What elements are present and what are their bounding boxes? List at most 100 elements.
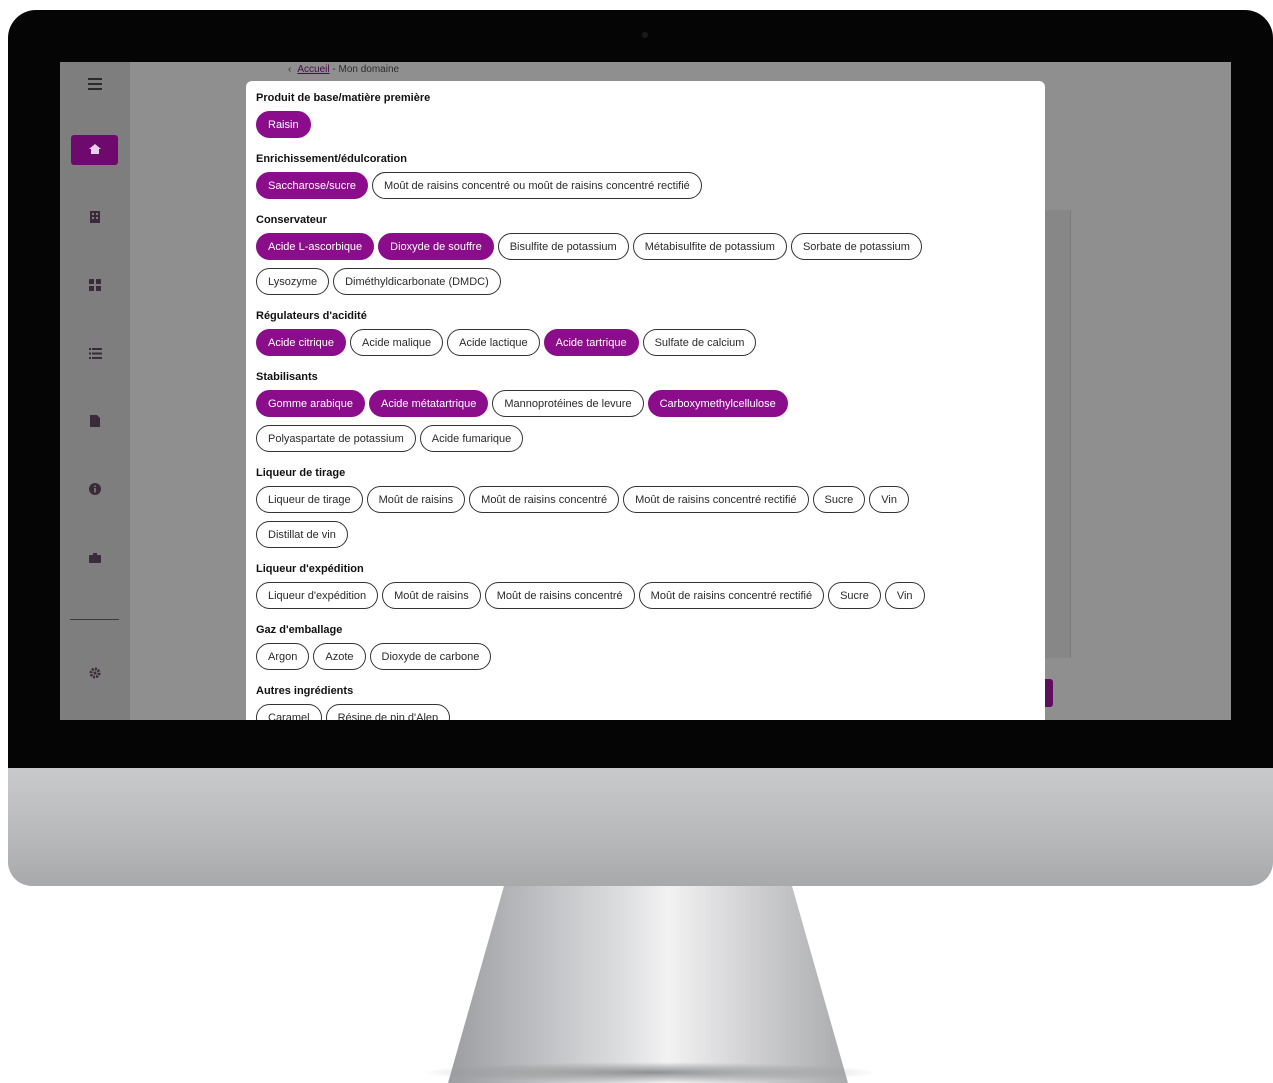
chip-group: Caramel Résine de pin d'Alep [256,704,1036,720]
ingredient-chip[interactable]: Acide citrique [256,329,347,356]
monitor-chin [8,768,1273,886]
menu-icon[interactable] [80,69,110,99]
background-button [1045,679,1053,707]
ingredient-chip[interactable]: Distillat de vin [256,521,348,548]
ingredient-chip[interactable]: Azote [313,643,366,670]
ingredient-chip[interactable]: Mannoprotéines de levure [492,390,644,417]
ingredient-chip[interactable]: Acide lactique [447,329,540,356]
section-produit-de-base: Produit de base/matière première Raisin [256,92,1036,138]
ingredient-chip[interactable]: Résine de pin d'Alep [325,704,451,720]
section-title: Enrichissement/édulcoration [256,153,407,165]
chip-group: Saccharose/sucre Moût de raisins concentr… [256,172,1036,199]
section-liqueur-expedition: Liqueur d'expédition Liqueur d'expéditio… [256,563,1036,609]
ingredient-chip[interactable]: Liqueur d'expédition [256,582,379,609]
list-icon [88,346,102,362]
ingredient-chip[interactable]: Moût de raisins concentré rectifié [638,582,825,609]
ingredient-chip[interactable]: Sulfate de calcium [642,329,757,356]
section-liqueur-de-tirage: Liqueur de tirage Liqueur de tirage Moût … [256,467,1036,548]
section-title: Liqueur d'expédition [256,563,364,575]
chip-group: Raisin [256,111,1036,138]
ingredient-chip[interactable]: Sucre [828,582,881,609]
ingredient-chip[interactable]: Bisulfite de potassium [497,233,629,260]
section-regulateurs-acidite: Régulateurs d'acidité Acide citrique Acid… [256,310,1036,356]
section-title: Gaz d'emballage [256,624,343,636]
ingredient-chip[interactable]: Gomme arabique [256,390,365,417]
ingredient-chip[interactable]: Moût de raisins concentré rectifié [623,486,809,513]
info-icon [89,482,101,498]
ingredient-chip[interactable]: Vin [869,486,909,513]
sidebar [60,62,130,720]
section-enrichissement: Enrichissement/édulcoration Saccharose/s… [256,153,1036,199]
sidebar-item-home[interactable] [71,135,118,165]
section-stabilisants: Stabilisants Gomme arabique Acide métatar… [256,371,1036,452]
ingredient-chip[interactable]: Acide malique [350,329,444,356]
section-title: Liqueur de tirage [256,467,346,479]
ingredient-chip[interactable]: Sucre [812,486,866,513]
sidebar-divider [70,619,119,620]
grid-icon [89,278,101,294]
ingredient-chip[interactable]: Raisin [256,111,311,138]
sidebar-item-document[interactable] [80,407,110,437]
ingredient-chip[interactable]: Moût de raisins concentré [484,582,635,609]
chip-group: Acide L-ascorbique Dioxyde de souffre Bisu… [256,233,1036,260]
sidebar-item-grid[interactable] [80,271,110,301]
ingredient-chip[interactable]: Acide L-ascorbique [256,233,375,260]
camera-dot [642,32,648,38]
chip-row: Lysozyme Diméthyldicarbonate (DMDC) [256,268,1036,295]
ingredient-chip[interactable]: Métabisulfite de potassium [632,233,787,260]
ingredient-chip[interactable]: Vin [884,582,925,609]
gear-icon [89,666,101,682]
chip-group: Liqueur de tirage Moût de raisins Moût de … [256,486,1036,513]
ingredient-chip[interactable]: Caramel [256,704,322,720]
screen: ‹ Accueil - Mon domaine Produit de base/m… [60,62,1231,720]
ingredient-chip[interactable]: Dioxyde de souffre [378,233,494,260]
sidebar-item-list[interactable] [80,339,110,369]
section-title: Stabilisants [256,371,318,383]
ingredient-chip[interactable]: Liqueur de tirage [256,486,363,513]
ingredient-chip[interactable]: Acide métatartrique [369,390,489,417]
ingredient-chip[interactable]: Carboxymethylcellulose [647,390,788,417]
chip-group: Acide citrique Acide malique Acide lactiqu… [256,329,1036,356]
section-title: Régulateurs d'acidité [256,310,367,322]
section-conservateur: Conservateur Acide L-ascorbique Dioxyde d… [256,214,1036,295]
chip-group: Liqueur d'expédition Moût de raisins Moût … [256,582,1036,609]
ingredient-chip[interactable]: Diméthyldicarbonate (DMDC) [333,268,501,295]
section-title: Conservateur [256,214,327,226]
breadcrumb-current: - Mon domaine [332,64,400,75]
stand-shadow [420,1062,880,1083]
ingredient-chip[interactable]: Argon [256,643,310,670]
sidebar-item-building[interactable] [80,203,110,233]
building-icon [90,210,100,226]
ingredient-chip[interactable]: Moût de raisins concentré [469,486,620,513]
sidebar-item-settings[interactable] [80,659,110,689]
chevron-left-icon[interactable]: ‹ [288,64,291,75]
chip-group: Gomme arabique Acide métatartrique Mannopr… [256,390,1036,417]
breadcrumb-home-link[interactable]: Accueil [297,64,329,75]
ingredient-chip[interactable]: Moût de raisins concentré ou moût de rai… [372,172,702,199]
section-title: Autres ingrédients [256,685,354,697]
ingredient-chip[interactable]: Polyaspartate de potassium [256,425,416,452]
ingredients-modal: Produit de base/matière première Raisin … [246,81,1045,720]
chip-group: Argon Azote Dioxyde de carbone [256,643,1036,670]
document-icon [90,414,100,430]
chip-row: Polyaspartate de potassium Acide fumariqu… [256,425,1036,452]
ingredient-chip[interactable]: Moût de raisins [382,582,481,609]
ingredient-chip[interactable]: Saccharose/sucre [256,172,369,199]
chip-row: Distillat de vin [256,521,1036,548]
breadcrumb: ‹ Accueil - Mon domaine [288,64,399,75]
ingredient-chip[interactable]: Moût de raisins [366,486,466,513]
sidebar-item-info[interactable] [80,475,110,505]
home-icon [88,143,101,157]
monitor-stand [448,886,848,1083]
ingredient-chip[interactable]: Acide fumarique [419,425,524,452]
section-title: Produit de base/matière première [256,92,431,104]
section-gaz-emballage: Gaz d'emballage Argon Azote Dioxyde de car… [256,624,1036,670]
ingredient-chip[interactable]: Lysozyme [256,268,330,295]
ingredient-chip[interactable]: Sorbate de potassium [790,233,922,260]
ingredient-chip[interactable]: Dioxyde de carbone [369,643,492,670]
section-autres-ingredients: Autres ingrédients Caramel Résine de pin … [256,685,1036,720]
briefcase-icon [89,550,101,566]
sidebar-item-briefcase[interactable] [80,543,110,573]
ingredient-chip[interactable]: Acide tartrique [543,329,639,356]
background-panel [1045,210,1071,658]
